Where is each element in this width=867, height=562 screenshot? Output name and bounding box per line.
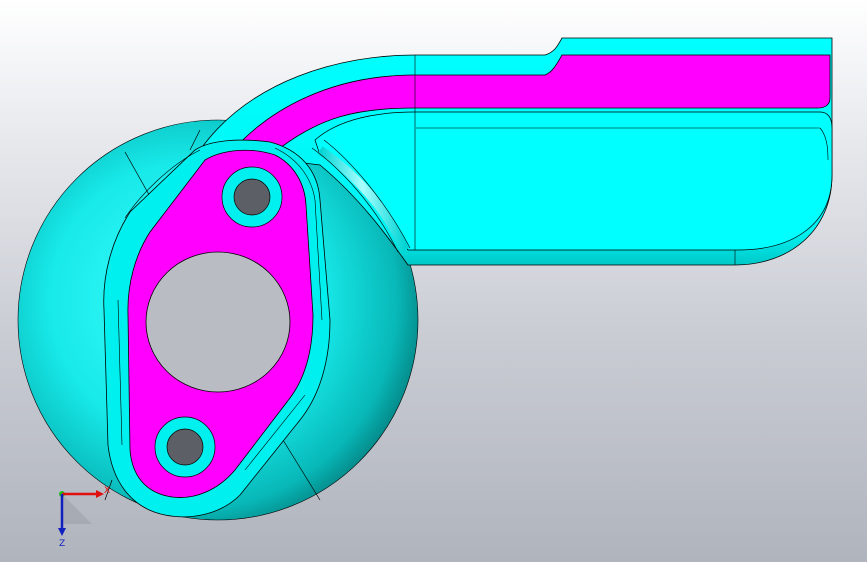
z-axis-arrow (58, 528, 66, 536)
center-bore (145, 251, 291, 393)
bolt-hole-top (233, 178, 271, 216)
z-axis-label: Z (59, 539, 65, 549)
x-axis-label: X (104, 486, 110, 496)
graphics-viewport[interactable]: X Z (0, 0, 867, 562)
reference-triad: X Z (58, 486, 110, 549)
bolt-hole-bottom (166, 428, 204, 466)
x-axis-arrow (96, 490, 104, 498)
part-model[interactable] (0, 0, 867, 562)
